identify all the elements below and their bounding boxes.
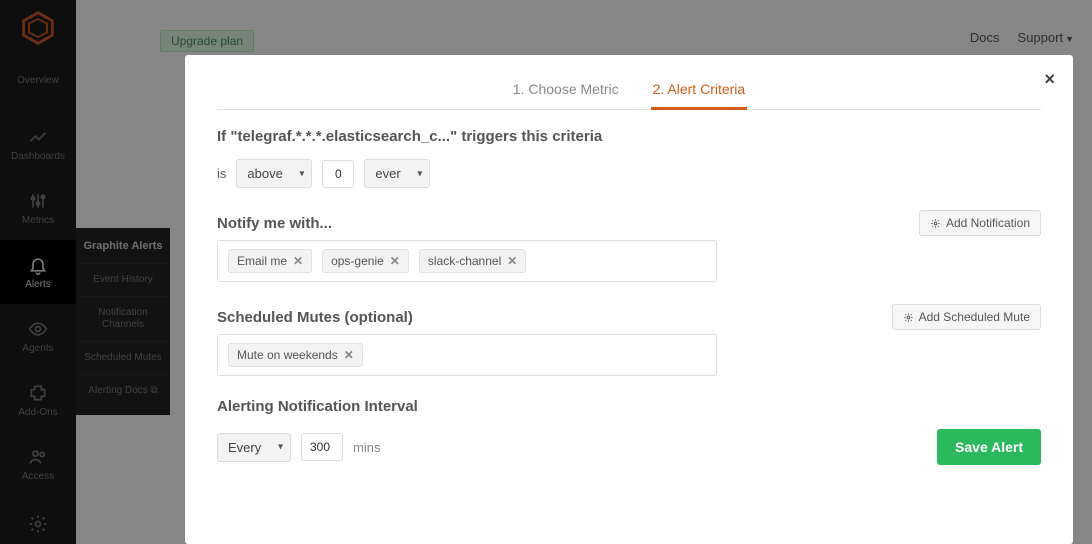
- gear-icon: [930, 218, 941, 229]
- modal-tabs: 1. Choose Metric 2. Alert Criteria: [217, 75, 1041, 110]
- interval-value-input[interactable]: [301, 433, 343, 461]
- threshold-input[interactable]: [322, 160, 354, 188]
- interval-heading: Alerting Notification Interval: [217, 398, 1041, 415]
- notification-chip: Email me✕: [228, 249, 312, 273]
- mute-chip: Mute on weekends✕: [228, 343, 363, 367]
- notification-chipbox[interactable]: Email me✕ ops-genie✕ slack-channel✕: [217, 240, 717, 282]
- save-alert-button[interactable]: Save Alert: [937, 429, 1041, 465]
- interval-unit-label: mins: [353, 440, 380, 455]
- interval-mode-select[interactable]: Every: [217, 433, 291, 462]
- mutes-chipbox[interactable]: Mute on weekends✕: [217, 334, 717, 376]
- notification-chip: slack-channel✕: [419, 249, 526, 273]
- remove-chip-icon[interactable]: ✕: [293, 254, 303, 268]
- comparator-select[interactable]: above: [236, 159, 312, 188]
- gear-icon: [903, 312, 914, 323]
- notification-chip: ops-genie✕: [322, 249, 409, 273]
- mutes-heading: Scheduled Mutes (optional): [217, 309, 413, 326]
- interval-row: Every mins Save Alert: [217, 429, 1041, 465]
- add-notification-button[interactable]: Add Notification: [919, 210, 1041, 236]
- alert-criteria-modal: × 1. Choose Metric 2. Alert Criteria If …: [185, 55, 1073, 544]
- remove-chip-icon[interactable]: ✕: [390, 254, 400, 268]
- notify-heading: Notify me with...: [217, 215, 332, 232]
- remove-chip-icon[interactable]: ✕: [344, 348, 354, 362]
- remove-chip-icon[interactable]: ✕: [507, 254, 517, 268]
- criteria-heading: If "telegraf.*.*.*.elasticsearch_c..." t…: [217, 128, 1041, 145]
- when-select[interactable]: ever: [364, 159, 430, 188]
- tab-alert-criteria[interactable]: 2. Alert Criteria: [651, 75, 748, 110]
- tab-choose-metric[interactable]: 1. Choose Metric: [511, 75, 621, 109]
- add-scheduled-mute-button[interactable]: Add Scheduled Mute: [892, 304, 1041, 330]
- criteria-row: is above ever: [217, 159, 1041, 188]
- close-icon[interactable]: ×: [1044, 69, 1055, 90]
- is-label: is: [217, 166, 226, 181]
